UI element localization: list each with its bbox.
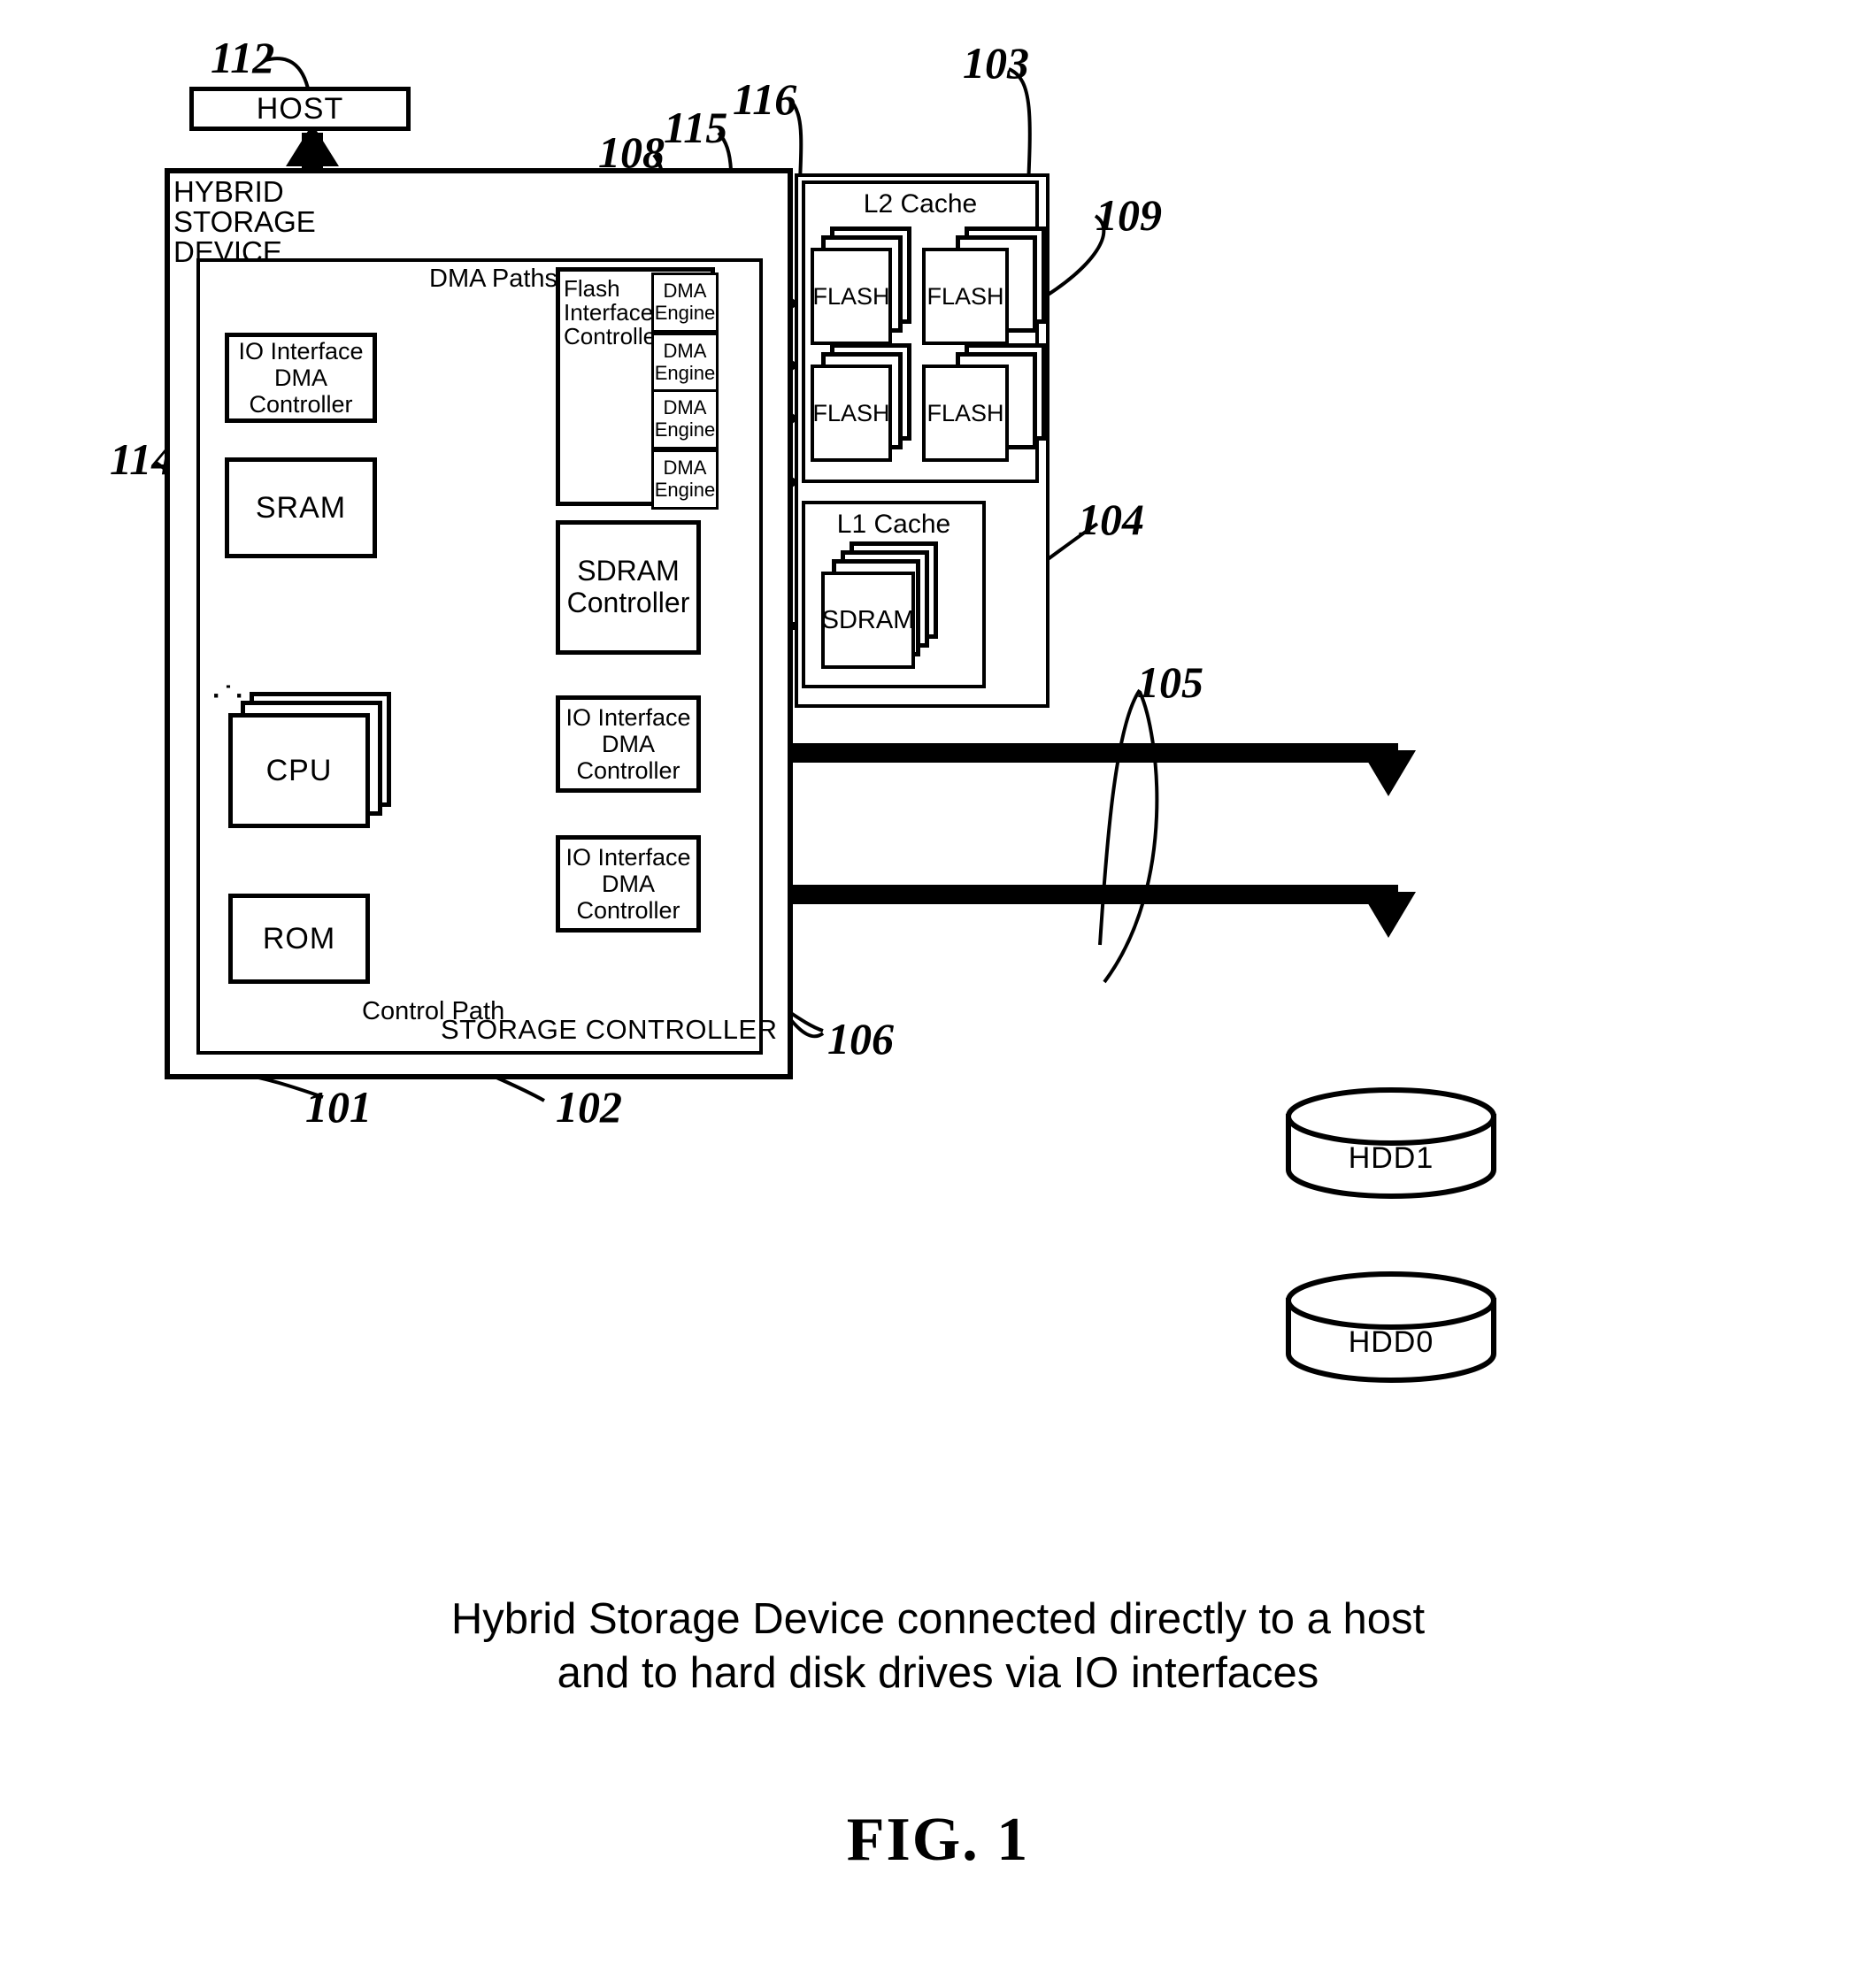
dma-engine-4-line2: Engine [654,479,716,501]
l1-cache-title: L1 Cache [836,510,951,539]
io-ifc-hdd1-line1: IO Interface [565,703,691,731]
hdd1-label: HDD1 [1348,1141,1434,1175]
dma-engine-1: DMA Engine [651,272,719,333]
sram-block: SRAM [225,457,377,558]
ref-106: 106 [827,1014,894,1063]
io-ifc-hdd1-line2: DMA [601,730,655,757]
sram-label: SRAM [255,490,347,525]
flash-bottom-right: FLASH [922,365,1009,462]
dma-engine-1-line2: Engine [654,302,716,324]
sdram-label: SDRAM [821,605,915,634]
ref-105: 105 [1137,657,1203,707]
host-block: HOST [189,87,411,131]
cpu-block: CPU [228,713,370,828]
io-ifc-host-line2: DMA [273,364,327,391]
rom-label: ROM [262,921,336,956]
dma-engine-3-line1: DMA [663,396,707,419]
io-ifc-host-line3: Controller [249,391,353,418]
figure-number: FIG. 1 [846,1806,1030,1874]
io-interface-dma-controller-hdd0: IO Interface DMA Controller [556,835,701,933]
sdram-block: SDRAM [821,572,915,669]
dma-engine-3-line2: Engine [654,418,716,441]
dma-engine-2-line1: DMA [663,340,707,363]
ref-112: 112 [211,33,275,82]
dma-engine-2-line2: Engine [654,362,716,384]
flash-ifc-title: Flash Interface Controller [564,275,664,350]
control-path-label: Control Path [362,997,505,1025]
dma-engine-3: DMA Engine [651,389,719,449]
dma-engine-4-line1: DMA [663,457,707,480]
rom-block: ROM [228,894,370,984]
caption-line-2: and to hard disk drives via IO interface… [557,1649,1319,1698]
io-interface-dma-controller-hdd1: IO Interface DMA Controller [556,695,701,793]
flash-top-right: FLASH [922,248,1009,345]
caption-line-1: Hybrid Storage Device connected directly… [450,1595,1426,1643]
cpu-stack-ellipsis: ·˙· [212,681,247,710]
hybrid-storage-device-title: HYBRID STORAGE DEVICE [173,177,324,267]
figure-caption: Hybrid Storage Device connected directly… [230,1593,1646,1701]
ref-116: 116 [733,74,797,124]
hsd-line-2: STORAGE [173,204,316,238]
io-ifc-hdd1-line3: Controller [576,757,680,785]
hsd-line-1: HYBRID [173,175,284,208]
io-ifc-hdd0-line2: DMA [601,870,655,897]
ref-115: 115 [664,103,728,152]
figure-canvas: 112 103 116 115 108 110 111 107 109 104 … [0,0,1876,1965]
flash-top-right-label: FLASH [926,282,1004,310]
cpu-label: CPU [265,753,333,787]
flash-top-left-label: FLASH [812,282,890,310]
sdram-ctrl-line2: Controller [566,587,690,618]
ref-101: 101 [305,1082,372,1132]
flash-bottom-right-label: FLASH [926,399,1004,426]
ref-103: 103 [963,38,1029,88]
ref-102: 102 [556,1082,622,1132]
flash-ifc-line3: Controller [564,323,664,350]
hdd0-label: HDD0 [1348,1325,1434,1359]
dma-engine-2: DMA Engine [651,333,719,393]
sdram-ctrl-line1: SDRAM [577,555,680,587]
l2-cache-title: L2 Cache [863,189,978,219]
dma-engine-4: DMA Engine [651,449,719,510]
io-ifc-host-line1: IO Interface [238,337,364,365]
io-ifc-hdd0-line3: Controller [576,897,680,925]
ref-109: 109 [1096,190,1162,240]
flash-bottom-left: FLASH [811,365,892,462]
flash-bottom-left-label: FLASH [812,399,890,426]
flash-ifc-line2: Interface [564,299,654,326]
sdram-controller-block: SDRAM Controller [556,520,701,655]
io-interface-dma-controller-host: IO Interface DMA Controller [225,333,377,423]
host-label: HOST [256,91,344,126]
io-ifc-hdd0-line1: IO Interface [565,843,691,871]
ref-104: 104 [1078,495,1144,544]
flash-top-left: FLASH [811,248,892,345]
dma-engine-1-line1: DMA [663,280,707,303]
dma-paths-label: DMA Paths [429,265,558,293]
flash-ifc-line1: Flash [564,275,620,302]
